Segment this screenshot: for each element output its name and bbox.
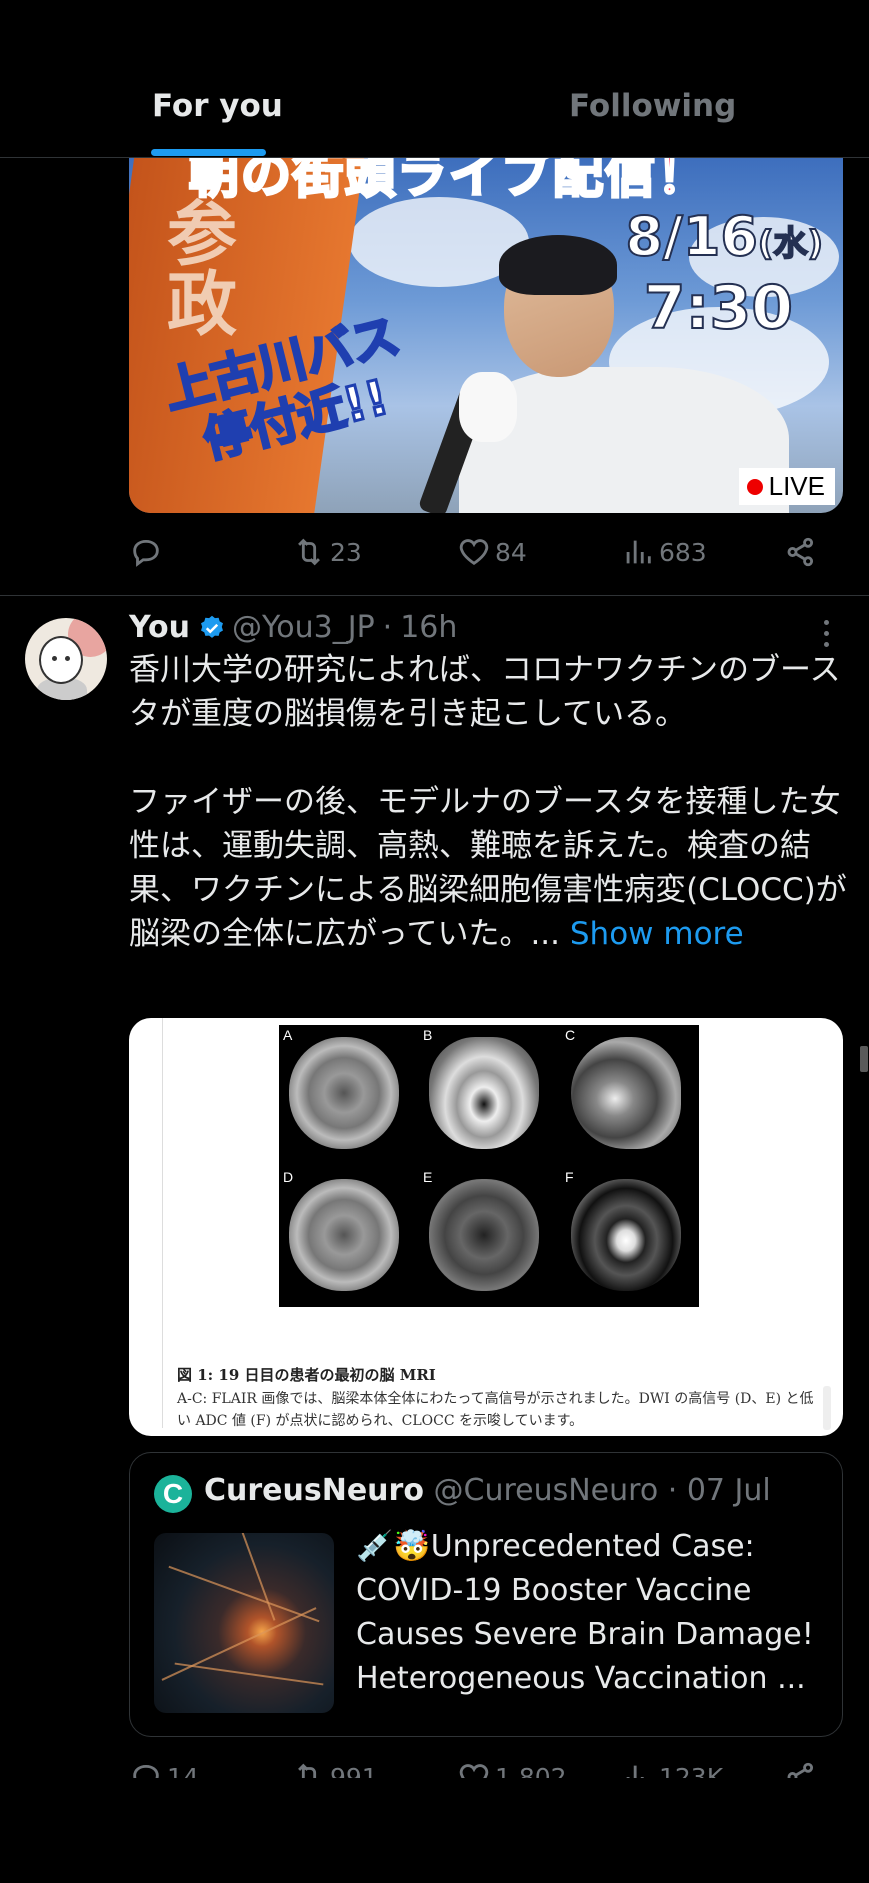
views-button[interactable]: 683 (621, 535, 707, 569)
media-date: 8/16(水) (624, 204, 824, 269)
quoted-author-line: CureusNeuro @CureusNeuro · 07 Jul (204, 1473, 771, 1508)
view-count: 683 (659, 537, 707, 567)
neuron-fiber (168, 1565, 320, 1623)
weekday: (水) (757, 223, 824, 265)
mri-scan: A (279, 1025, 409, 1155)
like-count: 84 (495, 537, 527, 567)
quoted-thumbnail (154, 1533, 334, 1713)
caption-scrollbar (823, 1386, 831, 1430)
tweet-body: 香川大学の研究によれば、コロナワクチンのブースタが重度の脳損傷を引き起こしている… (129, 652, 847, 952)
tweet-text: 香川大学の研究によれば、コロナワクチンのブースタが重度の脳損傷を引き起こしている… (129, 648, 849, 956)
tweet-author-line: You @You3_JP · 16h (129, 610, 457, 645)
neuron-fiber (161, 1607, 317, 1681)
tweet-time[interactable]: 16h (400, 610, 457, 645)
verified-badge-icon (200, 615, 223, 638)
quoted-avatar: C (154, 1475, 192, 1513)
live-stream-thumbnail[interactable]: 参政 朝の街頭ライブ配信！ 8/16(水) 7:30 上古川バス 停付近!! L… (129, 157, 843, 513)
scan-label: E (423, 1169, 433, 1185)
author-name[interactable]: You (129, 610, 190, 645)
neuron-fiber (232, 1533, 276, 1621)
tweet-actions: 23 84 683 (129, 535, 819, 575)
scan-label: F (565, 1169, 574, 1185)
retweet-icon (298, 538, 320, 566)
date-value: 8/16 (624, 204, 758, 269)
glove (459, 372, 517, 442)
meta-separator: · (382, 610, 393, 645)
quoted-author-name: CureusNeuro (204, 1473, 424, 1508)
quoted-tweet[interactable]: C CureusNeuro @CureusNeuro · 07 Jul 💉🤯Un… (129, 1452, 843, 1737)
quoted-date: 07 Jul (686, 1473, 771, 1508)
scan-label: A (283, 1027, 293, 1043)
heart-icon (459, 539, 489, 566)
avatar[interactable] (25, 618, 107, 700)
tab-for-you[interactable]: For you (152, 88, 283, 124)
media-time: 7:30 (643, 272, 794, 344)
reply-button[interactable] (129, 535, 163, 569)
bottom-clip (0, 1778, 869, 1883)
brain-shape (571, 1037, 681, 1149)
brain-shape (289, 1037, 399, 1149)
mri-scan: D (279, 1167, 409, 1297)
author-handle[interactable]: @You3_JP (232, 610, 375, 645)
mri-scan: F (561, 1167, 691, 1297)
speaker-hair (499, 235, 617, 295)
page-scrollbar[interactable] (860, 1046, 868, 1072)
share-button[interactable] (784, 535, 818, 569)
mri-image[interactable]: A B C D E F 図 1: 19 日目の患者の最初の脳 MRI A-C: … (129, 1018, 843, 1436)
scan-label: B (423, 1027, 433, 1043)
brain-shape (289, 1179, 399, 1291)
brain-shape (429, 1179, 539, 1291)
neuron-fiber (174, 1662, 324, 1686)
live-dot-icon (746, 478, 763, 495)
timeline-tabs: For you Following (0, 0, 869, 158)
page-margin-line (162, 1018, 163, 1428)
share-icon (787, 537, 814, 567)
banner-text: 参政 (155, 197, 238, 337)
active-tab-indicator (151, 149, 266, 156)
meta-separator: · (667, 1473, 678, 1508)
like-button[interactable]: 84 (457, 535, 527, 569)
views-icon (626, 540, 651, 564)
retweet-button[interactable]: 23 (292, 535, 362, 569)
tab-following[interactable]: Following (569, 88, 736, 124)
mri-scan: C (561, 1025, 691, 1155)
mri-grid: A B C D E F (279, 1025, 699, 1307)
avatar-eye (65, 656, 70, 661)
live-label: LIVE (768, 471, 825, 501)
scan-label: C (565, 1027, 576, 1043)
show-more-link[interactable]: Show more (570, 916, 744, 952)
quoted-author-handle: @CureusNeuro (433, 1473, 659, 1508)
reply-icon (133, 539, 159, 567)
tweet-divider (0, 595, 869, 596)
mri-scan: E (419, 1167, 549, 1297)
avatar-eye (52, 656, 57, 661)
mri-scan: B (419, 1025, 549, 1155)
media-headline: 朝の街頭ライブ配信！ (188, 157, 709, 206)
avatar-face (39, 636, 83, 684)
quoted-text: 💉🤯Unprecedented Case: COVID-19 Booster V… (356, 1529, 814, 1696)
scan-label: D (283, 1169, 294, 1185)
retweet-count: 23 (330, 537, 362, 567)
live-badge: LIVE (738, 468, 835, 505)
figure-caption-title: 図 1: 19 日目の患者の最初の脳 MRI (177, 1366, 436, 1384)
brain-shape (571, 1179, 681, 1291)
brain-shape (429, 1037, 539, 1149)
figure-caption-body: A-C: FLAIR 画像では、脳梁本体全体にわたって高信号が示されました。DW… (177, 1391, 814, 1429)
